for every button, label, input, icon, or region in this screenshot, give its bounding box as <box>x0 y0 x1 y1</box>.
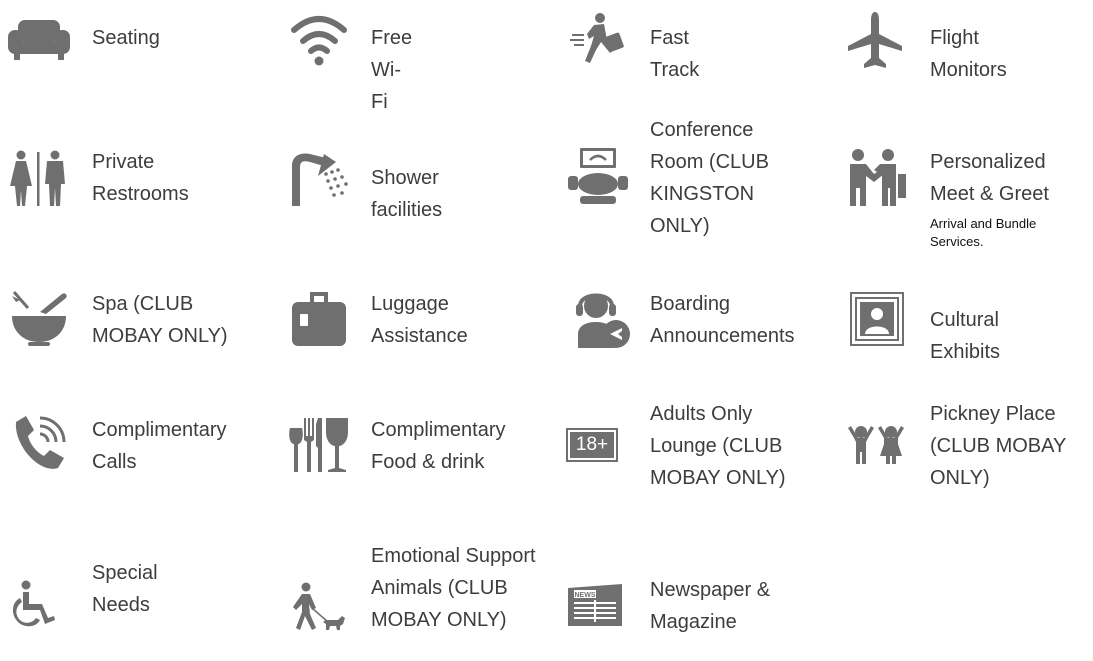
handshake-icon <box>846 148 908 208</box>
age-18-plus-text: 18+ <box>570 432 614 458</box>
amenity-label-meet-greet: Personalized Meet & Greet <box>930 151 1049 205</box>
shower-icon <box>288 150 352 208</box>
amenity-label-special-needs: Special Needs <box>92 562 158 616</box>
framed-portrait-icon <box>850 292 904 346</box>
amenity-label-food: Complimentary Food & drink <box>371 419 506 473</box>
conference-table-icon <box>566 146 628 208</box>
amenity-label-adults: Adults Only Lounge (CLUB MOBAY ONLY) <box>650 403 786 489</box>
amenity-label-exhibits: Cultural Exhibits <box>930 309 1001 363</box>
wheelchair-icon <box>12 580 58 628</box>
phone-icon <box>10 412 68 474</box>
amenity-label-esa: Emotional Support Animals (CLUB MOBAY ON… <box>371 545 536 631</box>
luggage-icon <box>290 290 348 348</box>
newspaper-icon: NEWS <box>566 580 624 630</box>
sofa-icon <box>6 18 72 62</box>
amenity-label-flight-monitors: Flight Monitors <box>930 27 1007 81</box>
amenity-label-calls: Complimentary Calls <box>92 419 227 473</box>
running-traveler-icon <box>568 12 632 66</box>
amenity-label-newspaper: Newspaper & Magazine <box>650 579 771 633</box>
amenity-label-boarding: Boarding Announcements <box>650 293 795 347</box>
airplane-icon <box>846 10 904 70</box>
amenity-label-shower: Shower facilities <box>371 167 443 221</box>
headset-agent-icon <box>572 288 632 350</box>
amenity-label-spa: Spa (CLUB MOBAY ONLY) <box>92 293 228 347</box>
amenity-label-wifi: Free Wi-Fi <box>371 27 413 113</box>
newspaper-icon-text: NEWS <box>575 592 596 599</box>
amenity-label-restrooms: Private Restrooms <box>92 151 189 205</box>
children-icon <box>846 424 908 466</box>
wifi-icon <box>290 14 348 66</box>
amenity-label-conference: Conference Room (CLUB KINGSTON ONLY) <box>650 119 769 237</box>
amenity-sublabel-meet-greet: Arrival and Bundle Services. <box>930 216 1037 249</box>
person-walking-dog-icon <box>290 582 346 632</box>
restroom-icon <box>10 150 68 208</box>
cutlery-wine-icon <box>288 414 350 476</box>
amenity-label-pickney: Pickney Place (CLUB MOBAY ONLY) <box>930 403 1066 489</box>
amenity-label-seating: Seating <box>92 27 160 49</box>
age-18-plus-icon: 18+ <box>566 428 618 462</box>
mortar-pestle-icon <box>10 290 68 348</box>
amenity-label-luggage: Luggage Assistance <box>371 293 468 347</box>
amenity-label-fast-track: Fast Track <box>650 27 700 81</box>
